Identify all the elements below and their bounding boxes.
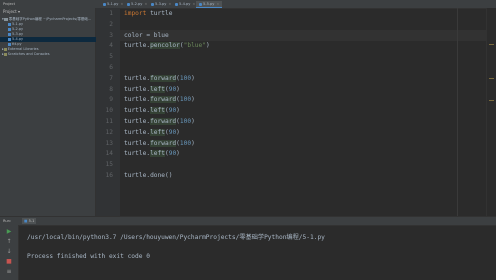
line-number: 10: [105, 107, 113, 115]
line-number: 8: [109, 85, 113, 93]
project-panel-header[interactable]: Project ▾: [0, 8, 95, 16]
close-icon[interactable]: ×: [144, 2, 147, 6]
python-file-icon: [8, 22, 11, 26]
close-icon[interactable]: ×: [216, 2, 219, 6]
tab-5-2[interactable]: 5-2.py ×: [124, 1, 151, 7]
line-number: 1: [109, 10, 113, 17]
editor-scrollbar[interactable]: [486, 8, 496, 216]
tab-5-1[interactable]: 5-1.py ×: [100, 1, 127, 7]
code-line-4[interactable]: turtle.pencolor("blue"): [124, 41, 210, 52]
soft-wrap-icon[interactable]: ≡: [5, 269, 13, 275]
line-number: 16: [105, 172, 113, 179]
python-file-icon: [8, 37, 11, 41]
code-line-7[interactable]: turtle.forward(100): [124, 74, 195, 85]
project-menu[interactable]: Project: [3, 0, 15, 8]
close-icon[interactable]: ×: [168, 2, 171, 6]
code-line-16[interactable]: turtle.done(): [124, 171, 172, 182]
python-file-icon: [103, 2, 106, 6]
code-line-8[interactable]: turtle.left(90): [124, 85, 180, 96]
tab-5-3[interactable]: 5-3.py ×: [148, 1, 175, 7]
python-file-icon: [151, 2, 154, 6]
line-number: 2: [109, 20, 113, 28]
line-number: 7: [109, 74, 113, 82]
arrow-down-icon[interactable]: ↓: [5, 249, 13, 255]
console-result: Process finished with exit code 0: [27, 253, 150, 260]
code-line-1[interactable]: import turtle: [124, 9, 172, 20]
line-number: 14: [105, 150, 113, 158]
warning-marker[interactable]: [489, 100, 494, 101]
rerun-icon[interactable]: ▶: [5, 229, 13, 235]
scratches-icon: [3, 52, 7, 56]
project-panel: Project ▾ ▾零基础学Python编程 ~/PycharmProject…: [0, 8, 103, 216]
arrow-up-icon[interactable]: ↑: [5, 239, 13, 245]
run-panel-header: Run: ■ 5-1: [0, 216, 496, 226]
line-number: 13: [105, 139, 113, 147]
python-file-icon: [127, 2, 130, 6]
code-line-3[interactable]: color = blue: [124, 31, 169, 42]
current-line-highlight: [120, 30, 486, 42]
python-file-icon: [8, 27, 11, 31]
python-file-icon: [199, 2, 202, 6]
line-number: 3: [109, 31, 113, 39]
close-icon[interactable]: ×: [120, 2, 123, 6]
code-line-10[interactable]: turtle.left(90): [124, 106, 180, 117]
run-label: Run:: [3, 219, 12, 223]
line-number: 12: [105, 128, 113, 136]
code-line-9[interactable]: turtle.forward(100): [124, 95, 195, 106]
folder-icon: [3, 17, 8, 21]
run-tab[interactable]: ■ 5-1: [22, 218, 37, 224]
code-line-13[interactable]: turtle.forward(100): [124, 139, 195, 150]
code-line-12[interactable]: turtle.left(90): [124, 128, 180, 139]
python-file-icon: [175, 2, 178, 6]
close-icon[interactable]: ×: [192, 2, 195, 6]
python-file-icon: [8, 42, 11, 46]
code-line-14[interactable]: turtle.left(90): [124, 149, 180, 160]
right-margin-guide: [457, 8, 458, 216]
run-toolbar: ▶ ↑ ↓ ■ ≡: [0, 225, 19, 280]
python-file-icon: [8, 32, 11, 36]
tab-5-4[interactable]: 5-4.py ×: [172, 1, 199, 7]
line-number: 5: [109, 53, 113, 61]
line-number: 6: [109, 64, 113, 71]
console-command: /usr/local/bin/python3.7 /Users/houyuwen…: [27, 234, 325, 241]
code-line-11[interactable]: turtle.forward(100): [124, 117, 195, 128]
warning-marker[interactable]: [489, 44, 494, 45]
line-number: 4: [109, 42, 113, 50]
tree-item-scratches[interactable]: ▸Scratches and Consoles: [0, 52, 97, 57]
warning-marker[interactable]: [489, 78, 494, 79]
tab-5-5[interactable]: 5-5.py ×: [196, 1, 223, 8]
line-number: 11: [105, 118, 113, 125]
line-number: 15: [105, 161, 113, 169]
stop-icon[interactable]: ■: [5, 259, 13, 265]
library-icon: [3, 47, 7, 51]
python-file-icon: ■: [24, 219, 28, 223]
line-number: 9: [109, 96, 113, 104]
